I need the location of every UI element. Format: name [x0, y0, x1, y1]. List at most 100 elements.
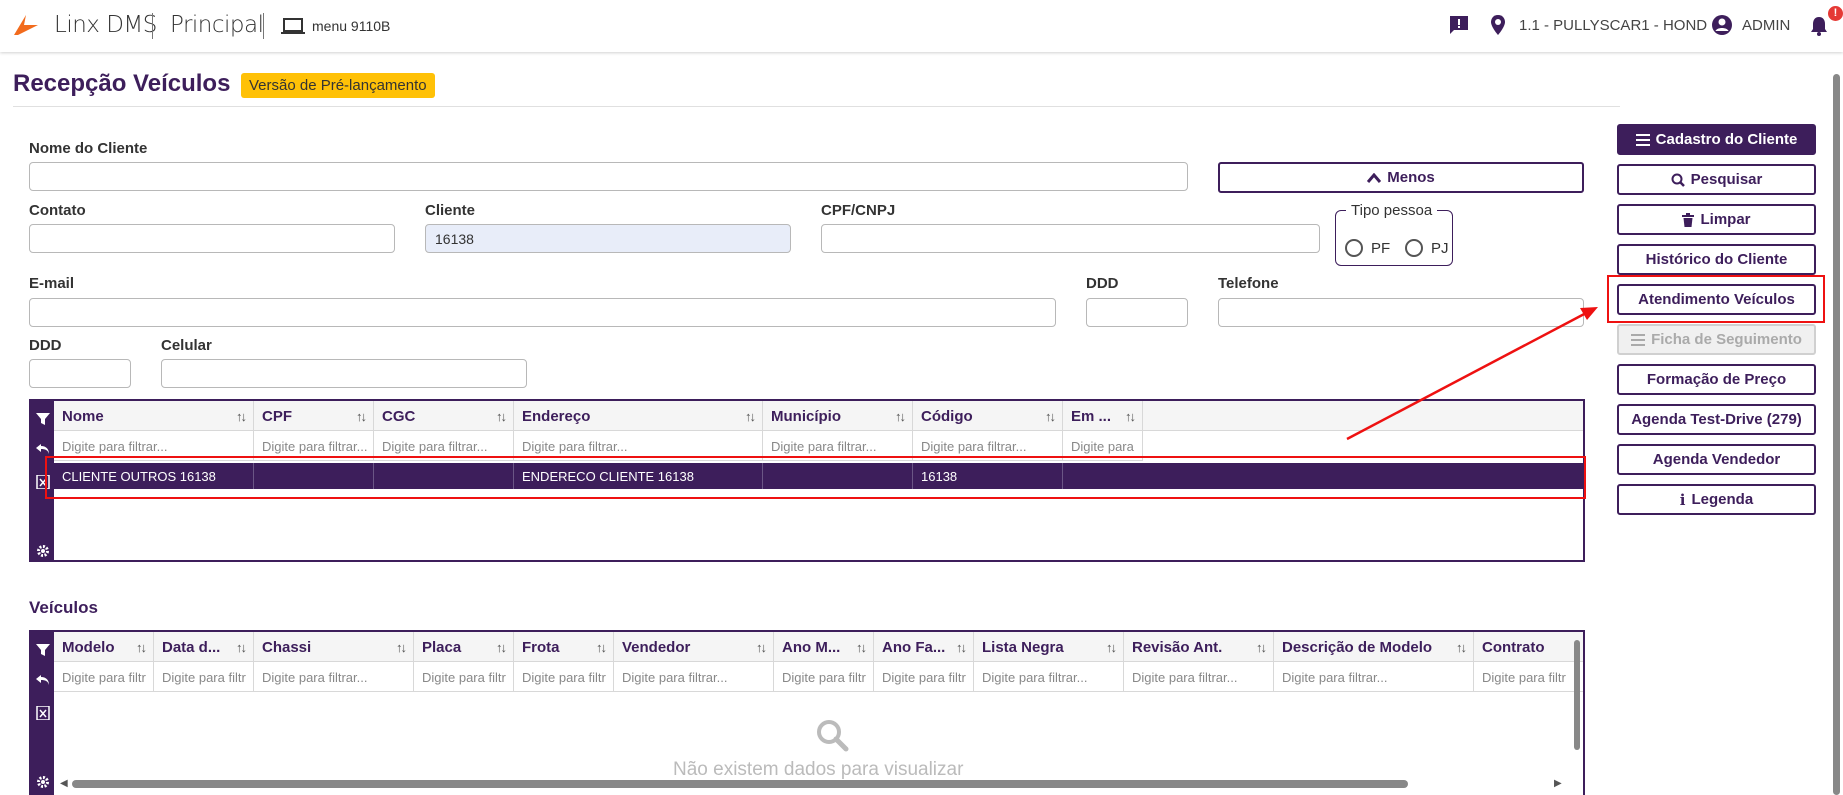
agenda-vendedor-label: Agenda Vendedor	[1652, 451, 1781, 468]
historico-cliente-button[interactable]: Histórico do Cliente	[1617, 244, 1816, 275]
filter-lista-negra[interactable]: Digite para filtrar...	[974, 662, 1124, 692]
sort-icon[interactable]: ↑↓	[396, 640, 407, 655]
cpf-cnpj-input[interactable]	[821, 224, 1320, 253]
sort-icon[interactable]: ↑↓	[756, 640, 767, 655]
filter-modelo[interactable]: Digite para filtr	[54, 662, 154, 692]
sort-icon[interactable]: ↑↓	[1256, 640, 1267, 655]
user-name[interactable]: ADMIN	[1742, 17, 1790, 34]
column-data[interactable]: Data d... ↑↓	[154, 632, 254, 662]
legenda-button[interactable]: i Legenda	[1617, 484, 1816, 515]
sort-icon[interactable]: ↑↓	[136, 640, 147, 655]
column-municipio[interactable]: Município ↑↓	[763, 401, 913, 431]
pf-radio[interactable]	[1345, 239, 1363, 257]
page-scrollbar[interactable]	[1833, 74, 1840, 795]
filter-revisao-ant[interactable]: Digite para filtrar...	[1124, 662, 1274, 692]
excel-export-icon[interactable]	[36, 706, 50, 720]
column-ano-modelo[interactable]: Ano M... ↑↓	[774, 632, 874, 662]
column-revisao-ant[interactable]: Revisão Ant. ↑↓	[1124, 632, 1274, 662]
menu-label[interactable]: menu 9110B	[312, 18, 390, 34]
ddd-celular-input[interactable]	[29, 359, 131, 388]
filter-icon[interactable]	[36, 412, 50, 426]
sort-icon[interactable]: ↑↓	[1125, 409, 1136, 424]
bell-icon[interactable]	[1808, 15, 1830, 37]
location-pin-icon[interactable]	[1487, 14, 1509, 36]
celular-input[interactable]	[161, 359, 527, 388]
agenda-vendedor-button[interactable]: Agenda Vendedor	[1617, 444, 1816, 475]
laptop-icon[interactable]	[281, 18, 305, 36]
column-label: Município	[771, 408, 841, 425]
sort-icon[interactable]: ↑↓	[236, 640, 247, 655]
sort-icon[interactable]: ↑↓	[956, 640, 967, 655]
feedback-icon[interactable]	[1448, 14, 1470, 36]
filter-icon[interactable]	[36, 643, 50, 657]
formacao-preco-button[interactable]: Formação de Preço	[1617, 364, 1816, 395]
location-label[interactable]: 1.1 - PULLYSCAR1 - HOND	[1519, 17, 1707, 34]
undo-icon[interactable]	[36, 442, 50, 456]
pj-radio[interactable]	[1405, 239, 1423, 257]
column-lista-negra[interactable]: Lista Negra ↑↓	[974, 632, 1124, 662]
brand-name[interactable]: Linx DMS	[54, 12, 157, 38]
column-nome[interactable]: Nome ↑↓	[54, 401, 254, 431]
sort-icon[interactable]: ↑↓	[496, 640, 507, 655]
menos-button[interactable]: Menos	[1218, 162, 1584, 193]
sort-icon[interactable]: ↑↓	[496, 409, 507, 424]
column-cgc[interactable]: CGC ↑↓	[374, 401, 514, 431]
sort-icon[interactable]: ↑↓	[895, 409, 906, 424]
column-ano-fabricacao[interactable]: Ano Fa... ↑↓	[874, 632, 974, 662]
scroll-right-icon[interactable]: ▶	[1554, 778, 1562, 789]
agenda-test-drive-button[interactable]: Agenda Test-Drive (279)	[1617, 404, 1816, 435]
cadastro-cliente-button[interactable]: Cadastro do Cliente	[1617, 124, 1816, 155]
column-label: Ano Fa...	[882, 639, 946, 656]
sort-icon[interactable]: ↑↓	[1106, 640, 1117, 655]
column-label: Lista Negra	[982, 639, 1064, 656]
column-em[interactable]: Em ... ↑↓	[1063, 401, 1143, 431]
contato-input[interactable]	[29, 224, 395, 253]
email-label: E-mail	[29, 275, 75, 292]
horizontal-scrollbar[interactable]	[72, 780, 1408, 788]
column-descricao-modelo[interactable]: Descrição de Modelo ↑↓	[1274, 632, 1474, 662]
column-contrato[interactable]: Contrato	[1474, 632, 1583, 662]
sort-icon[interactable]: ↑↓	[856, 640, 867, 655]
settings-gear-icon[interactable]	[36, 544, 50, 558]
undo-icon[interactable]	[36, 673, 50, 687]
column-cpf[interactable]: CPF ↑↓	[254, 401, 374, 431]
vertical-scrollbar[interactable]	[1574, 640, 1580, 750]
filter-descricao-modelo[interactable]: Digite para filtrar...	[1274, 662, 1474, 692]
sort-icon[interactable]: ↑↓	[1045, 409, 1056, 424]
column-label: Frota	[522, 639, 560, 656]
filter-ano-modelo[interactable]: Digite para filtr	[774, 662, 874, 692]
settings-gear-icon[interactable]	[36, 775, 50, 789]
ddd-input[interactable]	[1086, 298, 1188, 327]
filter-ano-fabricacao[interactable]: Digite para filtr	[874, 662, 974, 692]
filter-data[interactable]: Digite para filtr	[154, 662, 254, 692]
ficha-seguimento-button[interactable]: Ficha de Seguimento	[1617, 324, 1816, 355]
filter-vendedor[interactable]: Digite para filtrar...	[614, 662, 774, 692]
filter-contrato[interactable]: Digite para filtr	[1474, 662, 1583, 692]
column-endereco[interactable]: Endereço ↑↓	[514, 401, 763, 431]
column-placa[interactable]: Placa ↑↓	[414, 632, 514, 662]
filter-frota[interactable]: Digite para filtr	[514, 662, 614, 692]
column-frota[interactable]: Frota ↑↓	[514, 632, 614, 662]
filter-chassi[interactable]: Digite para filtrar...	[254, 662, 414, 692]
telefone-input[interactable]	[1218, 298, 1584, 327]
pj-label[interactable]: PJ	[1431, 240, 1449, 257]
pf-label[interactable]: PF	[1371, 240, 1390, 257]
sort-icon[interactable]: ↑↓	[745, 409, 756, 424]
sort-icon[interactable]: ↑↓	[236, 409, 247, 424]
limpar-button[interactable]: Limpar	[1617, 204, 1816, 235]
module-name[interactable]: Principal	[170, 12, 264, 38]
filter-placa[interactable]: Digite para filtr	[414, 662, 514, 692]
nome-cliente-input[interactable]	[29, 162, 1188, 191]
sort-icon[interactable]: ↑↓	[356, 409, 367, 424]
email-input[interactable]	[29, 298, 1056, 327]
column-chassi[interactable]: Chassi ↑↓	[254, 632, 414, 662]
sort-icon[interactable]: ↑↓	[1456, 640, 1467, 655]
scroll-left-icon[interactable]: ◀	[60, 778, 68, 789]
pesquisar-button[interactable]: Pesquisar	[1617, 164, 1816, 195]
user-avatar-icon[interactable]	[1711, 14, 1733, 36]
column-vendedor[interactable]: Vendedor ↑↓	[614, 632, 774, 662]
column-modelo[interactable]: Modelo ↑↓	[54, 632, 154, 662]
column-codigo[interactable]: Código ↑↓	[913, 401, 1063, 431]
cliente-input[interactable]	[425, 224, 791, 253]
sort-icon[interactable]: ↑↓	[596, 640, 607, 655]
